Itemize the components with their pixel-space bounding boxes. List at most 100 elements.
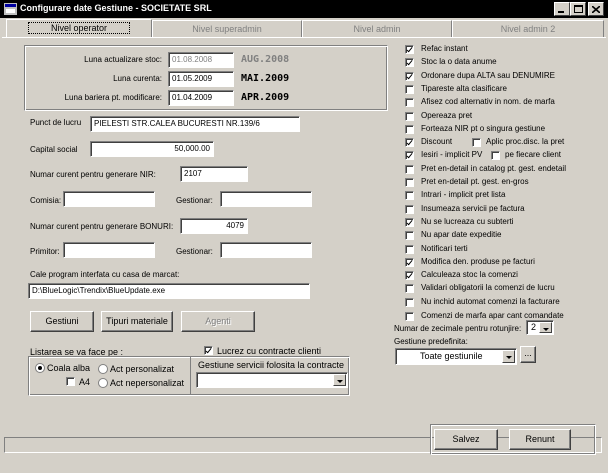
nir-field[interactable]: 2107 bbox=[180, 166, 248, 182]
receipts-field[interactable]: 4079 bbox=[180, 218, 248, 234]
workpoint-field[interactable]: PIELESTI STR.CALEA BUCURESTI NR.139/6 bbox=[90, 116, 300, 132]
option-checkbox[interactable] bbox=[405, 125, 414, 134]
option-checkbox[interactable] bbox=[405, 151, 414, 160]
option-label: Nu inchid automat comenzi la facturare bbox=[421, 297, 560, 306]
option-label: Nu apar date expeditie bbox=[421, 230, 502, 239]
option-checkbox[interactable] bbox=[405, 245, 414, 254]
option-label: Comenzi de marfa apar cant comandate bbox=[421, 311, 564, 320]
option-extra-checkbox[interactable] bbox=[491, 151, 500, 160]
chevron-down-icon[interactable] bbox=[333, 374, 346, 386]
nir-label: Numar curent pentru generare NIR: bbox=[30, 170, 156, 179]
option-label: Tipareste alta clasificare bbox=[421, 84, 507, 93]
a4-label: A4 bbox=[79, 377, 91, 387]
option-checkbox[interactable] bbox=[405, 218, 414, 227]
option-extra-label: pe fiecare client bbox=[505, 150, 562, 159]
option-checkbox[interactable] bbox=[405, 85, 414, 94]
option-checkbox[interactable] bbox=[405, 231, 414, 240]
tab-nivel-admin[interactable]: Nivel admin bbox=[302, 20, 452, 37]
browse-gestiune-button[interactable]: ... bbox=[520, 346, 536, 363]
option-checkbox[interactable] bbox=[405, 178, 414, 187]
title-bar: Configurare date Gestiune - SOCIETATE SR… bbox=[0, 0, 608, 18]
contracts-label: Lucrez cu contracte clienti bbox=[217, 346, 322, 356]
capital-label: Capital social bbox=[30, 145, 78, 154]
app-icon bbox=[4, 3, 17, 15]
custom-act-label: Act personalizat bbox=[110, 364, 175, 374]
option-checkbox[interactable] bbox=[405, 271, 414, 280]
option-checkbox[interactable] bbox=[405, 58, 414, 67]
default-gestiune-label: Gestiune predefinita: bbox=[394, 337, 468, 346]
tab-panel-border bbox=[2, 37, 606, 38]
option-checkbox[interactable] bbox=[405, 72, 414, 81]
save-button[interactable]: Salvez bbox=[434, 429, 498, 450]
material-types-button[interactable]: Tipuri materiale bbox=[101, 311, 173, 332]
tab-nivel-operator[interactable]: Nivel operator bbox=[6, 19, 152, 38]
close-icon[interactable] bbox=[588, 2, 604, 16]
tab-nivel-admin-2[interactable]: Nivel admin 2 bbox=[452, 20, 604, 37]
option-checkbox[interactable] bbox=[405, 45, 414, 54]
option-label: Intrari - implicit pret lista bbox=[421, 190, 506, 199]
chevron-down-icon[interactable] bbox=[502, 350, 515, 363]
commission-field[interactable] bbox=[63, 191, 155, 207]
current-month-display: MAI.2009 bbox=[241, 73, 290, 84]
option-checkbox[interactable] bbox=[405, 191, 414, 200]
minimize-icon[interactable] bbox=[554, 2, 570, 16]
gestiuni-button[interactable]: Gestiuni bbox=[30, 311, 94, 332]
manager2-field[interactable] bbox=[220, 242, 312, 258]
custom-act-radio[interactable] bbox=[98, 364, 108, 374]
cash-path-label: Cale program interfata cu casa de marcat… bbox=[30, 270, 180, 279]
option-checkbox[interactable] bbox=[405, 258, 414, 267]
option-extra-checkbox[interactable] bbox=[472, 138, 481, 147]
window-title: Configurare date Gestiune - SOCIETATE SR… bbox=[20, 3, 212, 13]
barrier-month-display: APR.2009 bbox=[241, 92, 290, 103]
service-gestiune-combo[interactable] bbox=[196, 372, 348, 388]
tab-nivel-superadmin[interactable]: Nivel superadmin bbox=[152, 20, 302, 37]
option-label: Iesiri - implicit PV bbox=[421, 150, 483, 159]
manager2-label: Gestionar: bbox=[176, 247, 213, 256]
contracts-checkbox[interactable] bbox=[204, 346, 213, 355]
a4-checkbox[interactable] bbox=[66, 377, 75, 386]
option-label: Pret en-detail pt. gest. en-gros bbox=[421, 177, 529, 186]
workpoint-label: Punct de lucru bbox=[30, 118, 82, 127]
commission-label: Comisia: bbox=[30, 196, 62, 205]
option-checkbox[interactable] bbox=[405, 138, 414, 147]
maximize-icon[interactable] bbox=[570, 2, 586, 16]
option-label: Insumeaza servicii pe factura bbox=[421, 204, 525, 213]
option-label: Calculeaza stoc la comenzi bbox=[421, 270, 518, 279]
option-checkbox[interactable] bbox=[405, 312, 414, 321]
manager1-field[interactable] bbox=[220, 191, 312, 207]
option-checkbox[interactable] bbox=[405, 98, 414, 107]
barrier-month-field[interactable]: 01.04.2009 bbox=[168, 90, 234, 106]
option-label: Opereaza pret bbox=[421, 111, 473, 120]
option-checkbox[interactable] bbox=[405, 165, 414, 174]
option-extra-label: Aplic proc.disc. la pret bbox=[486, 137, 565, 146]
default-gestiune-combo[interactable]: Toate gestiunile bbox=[395, 348, 517, 365]
stock-month-field[interactable]: 01.08.2008 bbox=[168, 52, 234, 68]
listing-divider bbox=[190, 357, 191, 395]
option-label: Pret en-detail in catalog pt. gest. ende… bbox=[421, 164, 566, 173]
option-checkbox[interactable] bbox=[405, 298, 414, 307]
decimals-combo[interactable]: 2 bbox=[526, 320, 554, 335]
option-checkbox[interactable] bbox=[405, 205, 414, 214]
coala-alba-radio[interactable] bbox=[35, 363, 45, 373]
chevron-down-icon[interactable] bbox=[539, 322, 552, 333]
option-checkbox[interactable] bbox=[405, 284, 414, 293]
noncustom-act-label: Act nepersonalizat bbox=[110, 378, 185, 388]
noncustom-act-radio[interactable] bbox=[98, 378, 108, 388]
option-label: Afisez cod alternativ in nom. de marfa bbox=[421, 97, 555, 106]
option-label: Ordonare dupa ALTA sau DENUMIRE bbox=[421, 71, 555, 80]
agents-button[interactable]: Agenti bbox=[181, 311, 255, 332]
option-label: Modifica den. produse pe facturi bbox=[421, 257, 535, 266]
receiver-field[interactable] bbox=[63, 242, 155, 258]
decimals-label: Numar de zecimale pentru rotunjire: bbox=[394, 324, 522, 333]
current-month-field[interactable]: 01.05.2009 bbox=[168, 71, 234, 87]
cancel-button[interactable]: Renunt bbox=[509, 429, 571, 450]
receiver-label: Primitor: bbox=[30, 247, 60, 256]
option-label: Discount bbox=[421, 137, 453, 146]
coala-alba-label: Coala alba bbox=[47, 363, 91, 373]
manager1-label: Gestionar: bbox=[176, 196, 213, 205]
cash-path-field[interactable]: D:\BlueLogic\Trendix\BlueUpdate.exe bbox=[28, 283, 310, 299]
service-gestiune-label: Gestiune servicii folosita la contracte bbox=[198, 360, 345, 370]
stock-month-display: AUG.2008 bbox=[241, 54, 290, 65]
option-checkbox[interactable] bbox=[405, 112, 414, 121]
capital-field[interactable]: 50,000.00 bbox=[90, 141, 214, 157]
